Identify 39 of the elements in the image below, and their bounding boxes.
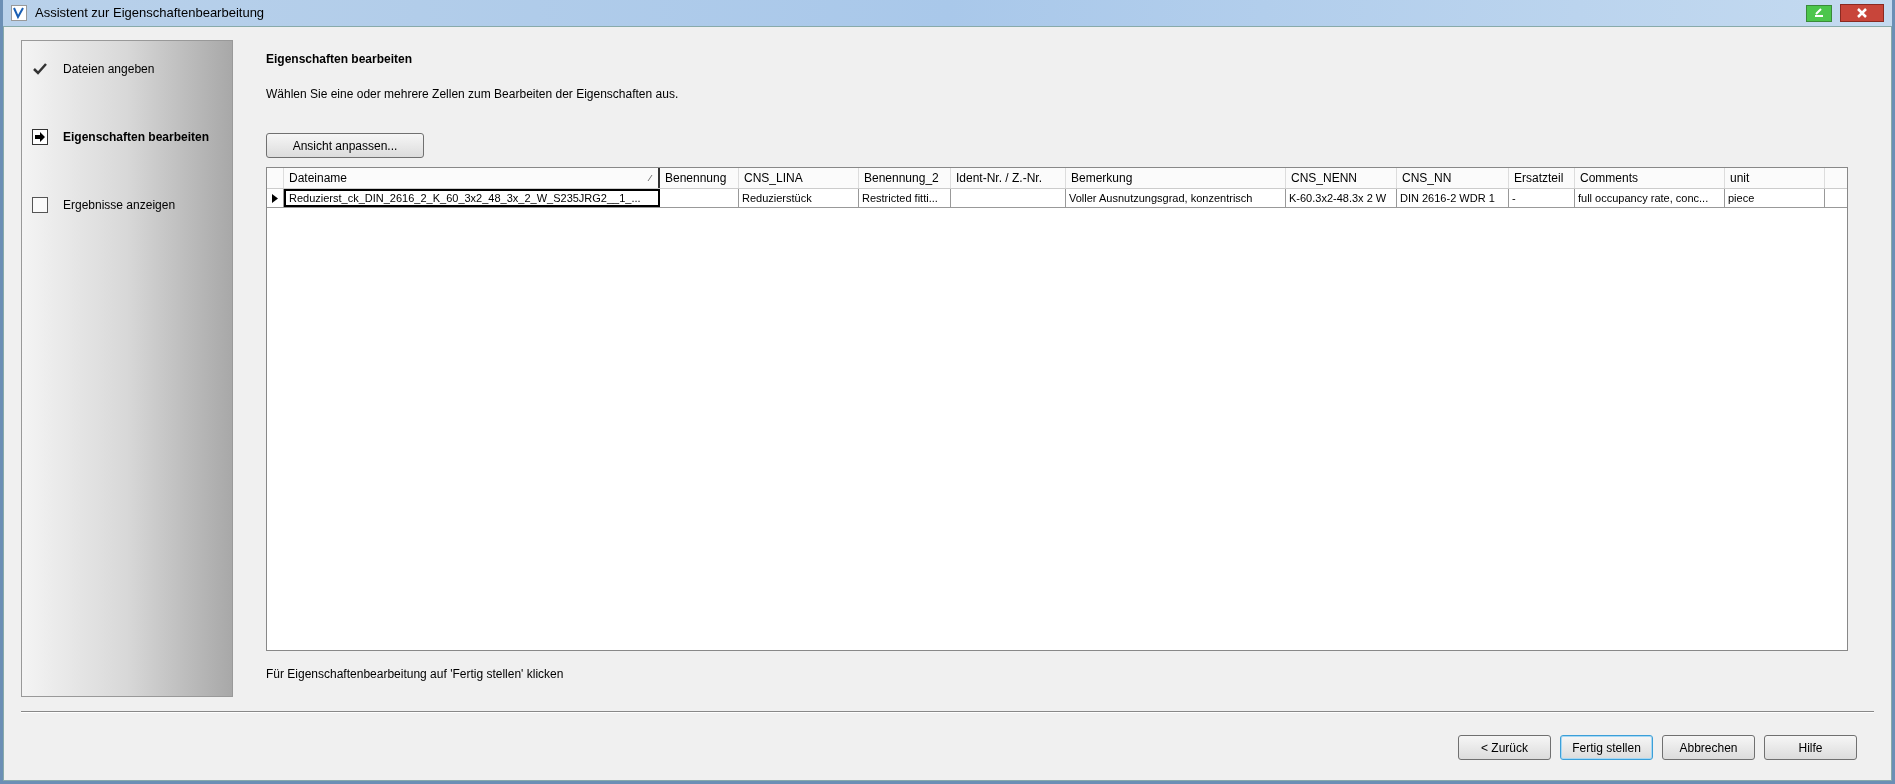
column-header[interactable]: unit	[1725, 168, 1825, 188]
checkmark-icon	[33, 63, 47, 75]
column-header[interactable]: Dateiname	[284, 168, 660, 188]
page-heading: Eigenschaften bearbeiten	[266, 51, 414, 68]
dialog-button[interactable]: Abbrechen	[1662, 735, 1755, 760]
dialog-button[interactable]: Fertig stellen	[1560, 735, 1653, 760]
column-header[interactable]: CNS_NN	[1397, 168, 1509, 188]
table-cell[interactable]: full occupancy rate, conc...	[1575, 189, 1725, 207]
table-cell[interactable]: Reduzierst_ck_DIN_2616_2_K_60_3x2_48_3x_2_W_S235JRG2__1_...	[284, 189, 660, 207]
table-cell[interactable]: Voller Ausnutzungsgrad, konzentrisch	[1066, 189, 1286, 207]
column-header[interactable]: CNS_NENN	[1286, 168, 1397, 188]
checkbox-icon	[32, 197, 48, 213]
table-cell[interactable]: DIN 2616-2 WDR 1	[1397, 189, 1509, 207]
step-label: Eigenschaften bearbeiten	[63, 129, 210, 146]
dialog-button[interactable]: < Zurück	[1458, 735, 1551, 760]
table-cell[interactable]: Reduzierstück	[739, 189, 859, 207]
arrow-icon	[32, 129, 48, 145]
close-button[interactable]	[1840, 4, 1884, 22]
close-icon	[1856, 8, 1868, 18]
column-header[interactable]: Comments	[1575, 168, 1725, 188]
footer-hint: Für Eigenschaftenbearbeitung auf 'Fertig stellen' klicken	[266, 666, 565, 683]
view-button[interactable]: Ansicht anpassen...	[266, 133, 424, 158]
table-cell[interactable]: K-60.3x2-48.3x 2 W	[1286, 189, 1397, 207]
table-cell[interactable]: Restricted fitti...	[859, 189, 951, 207]
column-header[interactable]: Ident-Nr. / Z.-Nr.	[951, 168, 1066, 188]
column-header[interactable]: Benennung_2	[859, 168, 951, 188]
step-label: Dateien angeben	[63, 61, 155, 78]
column-header[interactable]: Ersatzteil	[1509, 168, 1575, 188]
column-header[interactable]: Bemerkung	[1066, 168, 1286, 188]
window-title: Assistent zur Eigenschaftenbearbeitung	[35, 4, 265, 23]
column-header[interactable]: Benennung	[660, 168, 739, 188]
step-label: Ergebnisse anzeigen	[63, 197, 176, 214]
sort-indicator-icon	[647, 174, 653, 182]
app-logo-icon	[11, 5, 27, 21]
table-cell[interactable]: -	[1509, 189, 1575, 207]
instruction-text: Wählen Sie eine oder mehrere Zellen zum Bearbeiten der Eigenschaften aus.	[266, 86, 680, 103]
dialog-button[interactable]: Hilfe	[1764, 735, 1857, 760]
table-cell[interactable]: piece	[1725, 189, 1825, 207]
column-header[interactable]: CNS_LINA	[739, 168, 859, 188]
